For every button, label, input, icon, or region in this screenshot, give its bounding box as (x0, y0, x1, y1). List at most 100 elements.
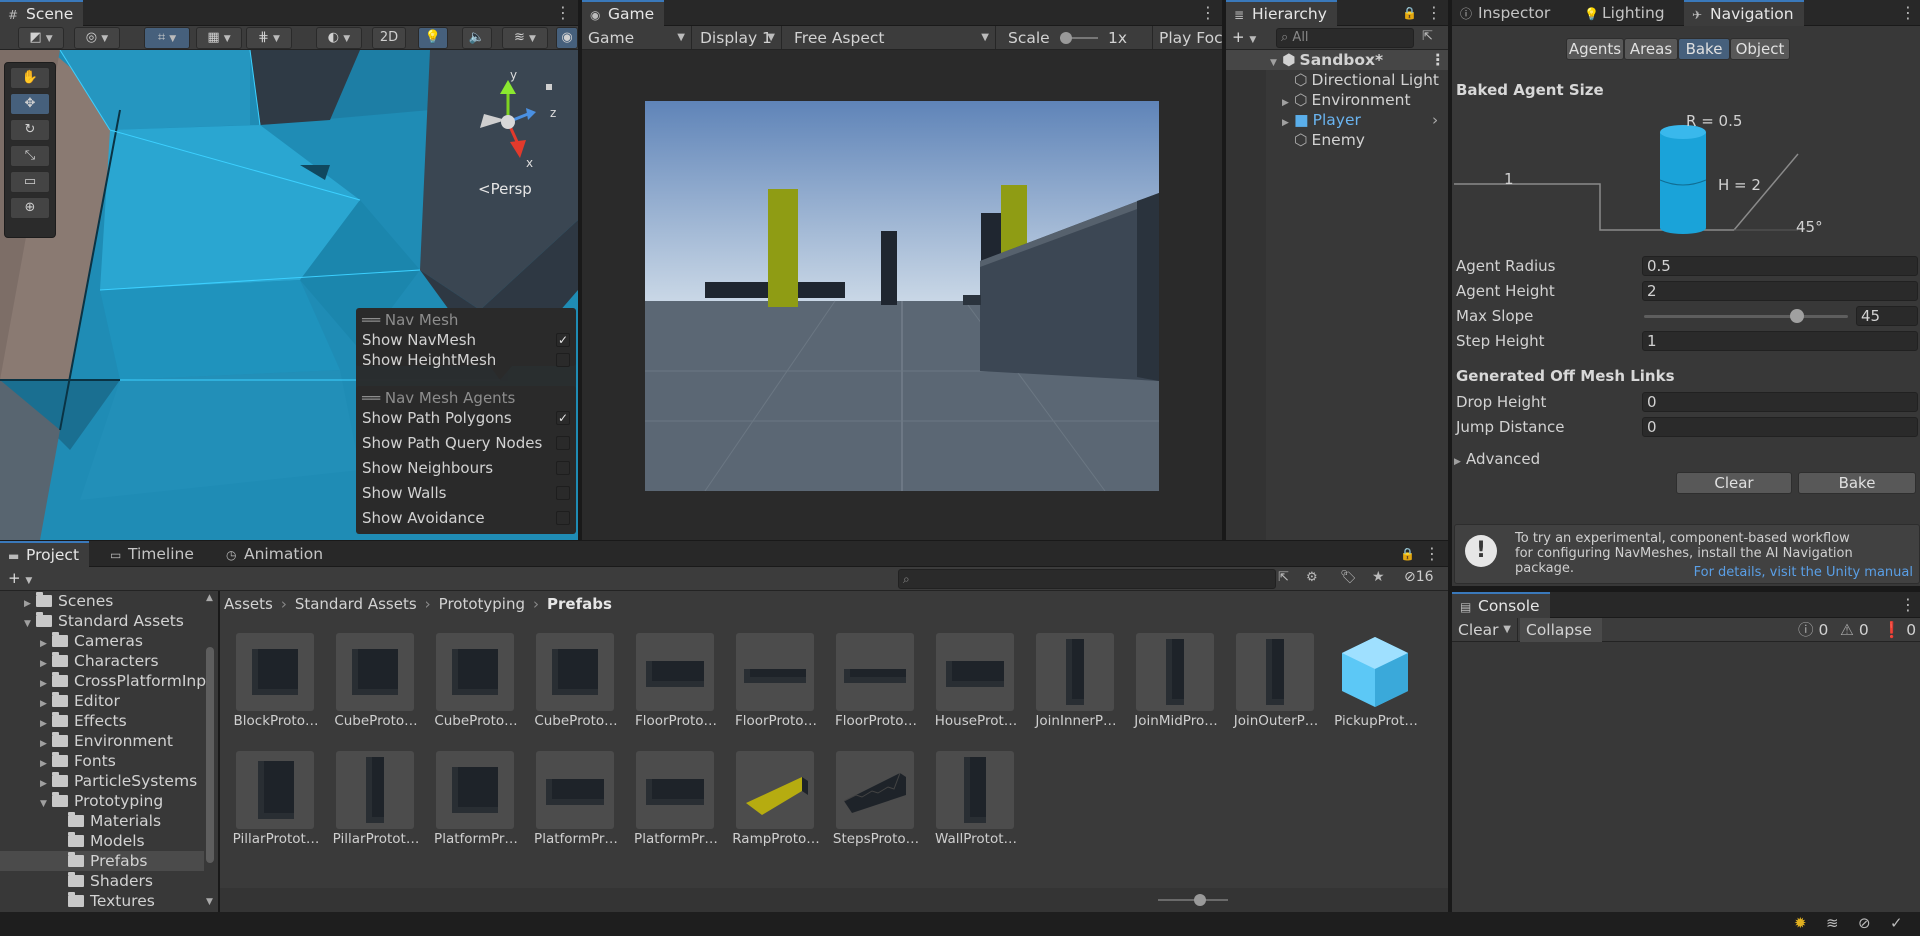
tab-hierarchy[interactable]: ≣ Hierarchy (1226, 0, 1337, 26)
tree-scrollbar[interactable] (206, 647, 214, 863)
tab-navigation[interactable]: ✈ Navigation (1684, 0, 1804, 26)
show-walls-checkbox[interactable] (556, 486, 570, 500)
asset-item[interactable]: JoinOuterP… (1222, 633, 1318, 733)
scene-root-row[interactable]: ▼ ⬢ Sandbox* ⋮ (1226, 50, 1448, 70)
gizmo-tool-button[interactable]: ⌗ ▼ (144, 27, 190, 49)
scale-slider[interactable] (1060, 32, 1098, 44)
breadcrumb-prefabs[interactable]: Prefabs (547, 595, 612, 613)
asset-item[interactable]: CubeProto… (522, 633, 618, 733)
filter-label-icon[interactable]: 🏷 (1340, 570, 1357, 585)
tab-inspector[interactable]: ⓘ Inspector (1452, 0, 1560, 26)
move-tool-icon[interactable]: ✥ (10, 93, 50, 115)
show-neighbours-row[interactable]: Show Neighbours (362, 458, 570, 478)
search-by-type-icon[interactable]: ⇱ (1278, 570, 1289, 585)
project-menu-icon[interactable]: ⋮ (1424, 544, 1440, 564)
show-path-query-row[interactable]: Show Path Query Nodes (362, 433, 570, 453)
asset-item[interactable]: PillarProtot… (322, 751, 419, 851)
console-log-area[interactable] (1452, 642, 1920, 912)
asset-item[interactable]: BlockProto… (222, 633, 318, 733)
hierarchy-item-player[interactable]: ▶ ■ Player › (1282, 110, 1448, 130)
tree-folder-environment[interactable]: ▶ Environment (0, 731, 204, 751)
tree-folder-materials[interactable]: Materials (0, 811, 204, 831)
tree-folder-particlesystems[interactable]: ▶ ParticleSystems (0, 771, 204, 791)
max-slope-field[interactable]: 45 (1856, 306, 1918, 326)
search-options-icon[interactable]: ⇱ (1422, 29, 1433, 44)
warning-count-toggle[interactable]: ⚠ 0 (1834, 618, 1874, 642)
increment-snap-button[interactable]: ⋕ ▼ (246, 27, 292, 49)
bake-button[interactable]: Bake (1798, 472, 1916, 494)
toggle-2d-button[interactable]: 2D (372, 27, 406, 49)
hierarchy-item-environment[interactable]: ▶ ⬡ Environment (1282, 90, 1411, 110)
tab-scene[interactable]: # Scene (0, 0, 84, 26)
show-path-query-checkbox[interactable] (556, 436, 570, 450)
step-height-field[interactable]: 1 (1642, 331, 1918, 351)
max-slope-slider[interactable] (1644, 309, 1848, 323)
tree-folder-standard-assets[interactable]: ▼ Standard Assets (0, 611, 204, 631)
shading-mode-button[interactable]: ◐ ▼ (316, 27, 362, 49)
cache-server-icon[interactable]: ≋ (1826, 914, 1839, 932)
subtab-object[interactable]: Object (1730, 38, 1790, 60)
tab-console[interactable]: ▤ Console (1452, 592, 1550, 618)
favorite-star-icon[interactable]: ★ (1372, 569, 1385, 585)
inspector-menu-icon[interactable]: ⋮ (1900, 3, 1916, 23)
subtab-areas[interactable]: Areas (1624, 38, 1678, 60)
tree-folder-editor[interactable]: ▶ Editor (0, 691, 204, 711)
tree-folder-cameras[interactable]: ▶ Cameras (0, 631, 204, 651)
scale-slider-thumb[interactable] (1060, 32, 1072, 44)
lock-icon[interactable]: 🔒 (1402, 3, 1417, 23)
transform-tool-icon[interactable]: ⊕ (10, 197, 50, 219)
icon-size-slider-thumb[interactable] (1194, 894, 1206, 906)
scene-viewport[interactable]: ✋ ✥ ↻ ⤡ ▭ ⊕ y z x <Persp ══ Nav Mesh ══ … (0, 50, 578, 540)
filter-type-icon[interactable]: ⚙ (1306, 570, 1318, 585)
play-focused-dropdown[interactable]: Play Foc (1152, 26, 1222, 49)
persp-label[interactable]: <Persp (478, 180, 532, 198)
hierarchy-menu-icon[interactable]: ⋮ (1426, 3, 1442, 23)
console-menu-icon[interactable]: ⋮ (1900, 595, 1916, 615)
lighting-toggle-icon[interactable]: 💡 (418, 27, 448, 49)
agent-height-field[interactable]: 2 (1642, 281, 1918, 301)
hierarchy-item-enemy[interactable]: ⬡ Enemy (1282, 130, 1365, 150)
asset-item[interactable]: FloorProto… (822, 633, 917, 733)
create-button[interactable]: + ▼ (1232, 28, 1264, 48)
show-navmesh-row[interactable]: Show NavMesh ✓ (362, 330, 570, 350)
asset-item[interactable]: JoinMidPro… (1122, 633, 1218, 733)
scale-tool-icon[interactable]: ⤡ (10, 145, 50, 167)
max-slope-slider-thumb[interactable] (1790, 309, 1804, 323)
display-dropdown[interactable]: Display 1 ▼ (694, 26, 782, 49)
breadcrumb-assets[interactable]: Assets (224, 595, 273, 613)
project-lock-icon[interactable]: 🔒 (1400, 544, 1415, 564)
visibility-toggle-icon[interactable]: ◉ (556, 27, 578, 49)
tree-folder-effects[interactable]: ▶ Effects (0, 711, 204, 731)
drop-height-field[interactable]: 0 (1642, 392, 1918, 412)
tab-project[interactable]: ▬ Project (0, 541, 90, 567)
asset-item[interactable]: StepsProto… (822, 751, 919, 851)
tab-lighting[interactable]: 💡 Lighting (1576, 0, 1675, 26)
tab-animation[interactable]: ◷ Animation (218, 541, 333, 567)
globe-dropdown[interactable]: ◎ ▼ (74, 27, 120, 49)
tree-folder-prefabs[interactable]: Prefabs (0, 851, 204, 871)
expand-arrow-icon[interactable]: ▼ (1270, 53, 1282, 73)
tree-folder-characters[interactable]: ▶ Characters (0, 651, 204, 671)
hand-tool-icon[interactable]: ✋ (10, 67, 50, 89)
asset-item[interactable]: CubeProto… (422, 633, 518, 733)
snap-grid-button[interactable]: ▦ ▼ (196, 27, 242, 49)
subtab-agents[interactable]: Agents (1566, 38, 1624, 60)
project-create-button[interactable]: + ▼ (8, 569, 40, 587)
asset-item[interactable]: PlatformPr… (622, 751, 718, 851)
asset-item[interactable]: WallProtot… (922, 751, 1017, 851)
effects-toggle-button[interactable]: ≋ ▼ (502, 27, 548, 49)
show-avoidance-checkbox[interactable] (556, 511, 570, 525)
hierarchy-item-directional-light[interactable]: ⬡ Directional Light (1282, 70, 1439, 90)
asset-item[interactable]: PlatformPr… (422, 751, 518, 851)
bake-progress-icon[interactable]: ✹ (1794, 914, 1807, 932)
show-path-polygons-row[interactable]: Show Path Polygons ✓ (362, 408, 570, 428)
tree-folder-fonts[interactable]: ▶ Fonts (0, 751, 204, 771)
tree-folder-crossplatforminp[interactable]: ▶ CrossPlatformInp (0, 671, 206, 691)
asset-item[interactable]: RampProto… (722, 751, 820, 851)
tree-folder-scenes[interactable]: ▶ Scenes (0, 591, 204, 611)
error-count-toggle[interactable]: ❗ 0 (1876, 618, 1920, 642)
unity-manual-link[interactable]: For details, visit the Unity manual (1694, 565, 1913, 580)
game-viewport[interactable] (582, 50, 1222, 540)
rotate-tool-icon[interactable]: ↻ (10, 119, 50, 141)
asset-item[interactable]: PillarProtot… (222, 751, 319, 851)
